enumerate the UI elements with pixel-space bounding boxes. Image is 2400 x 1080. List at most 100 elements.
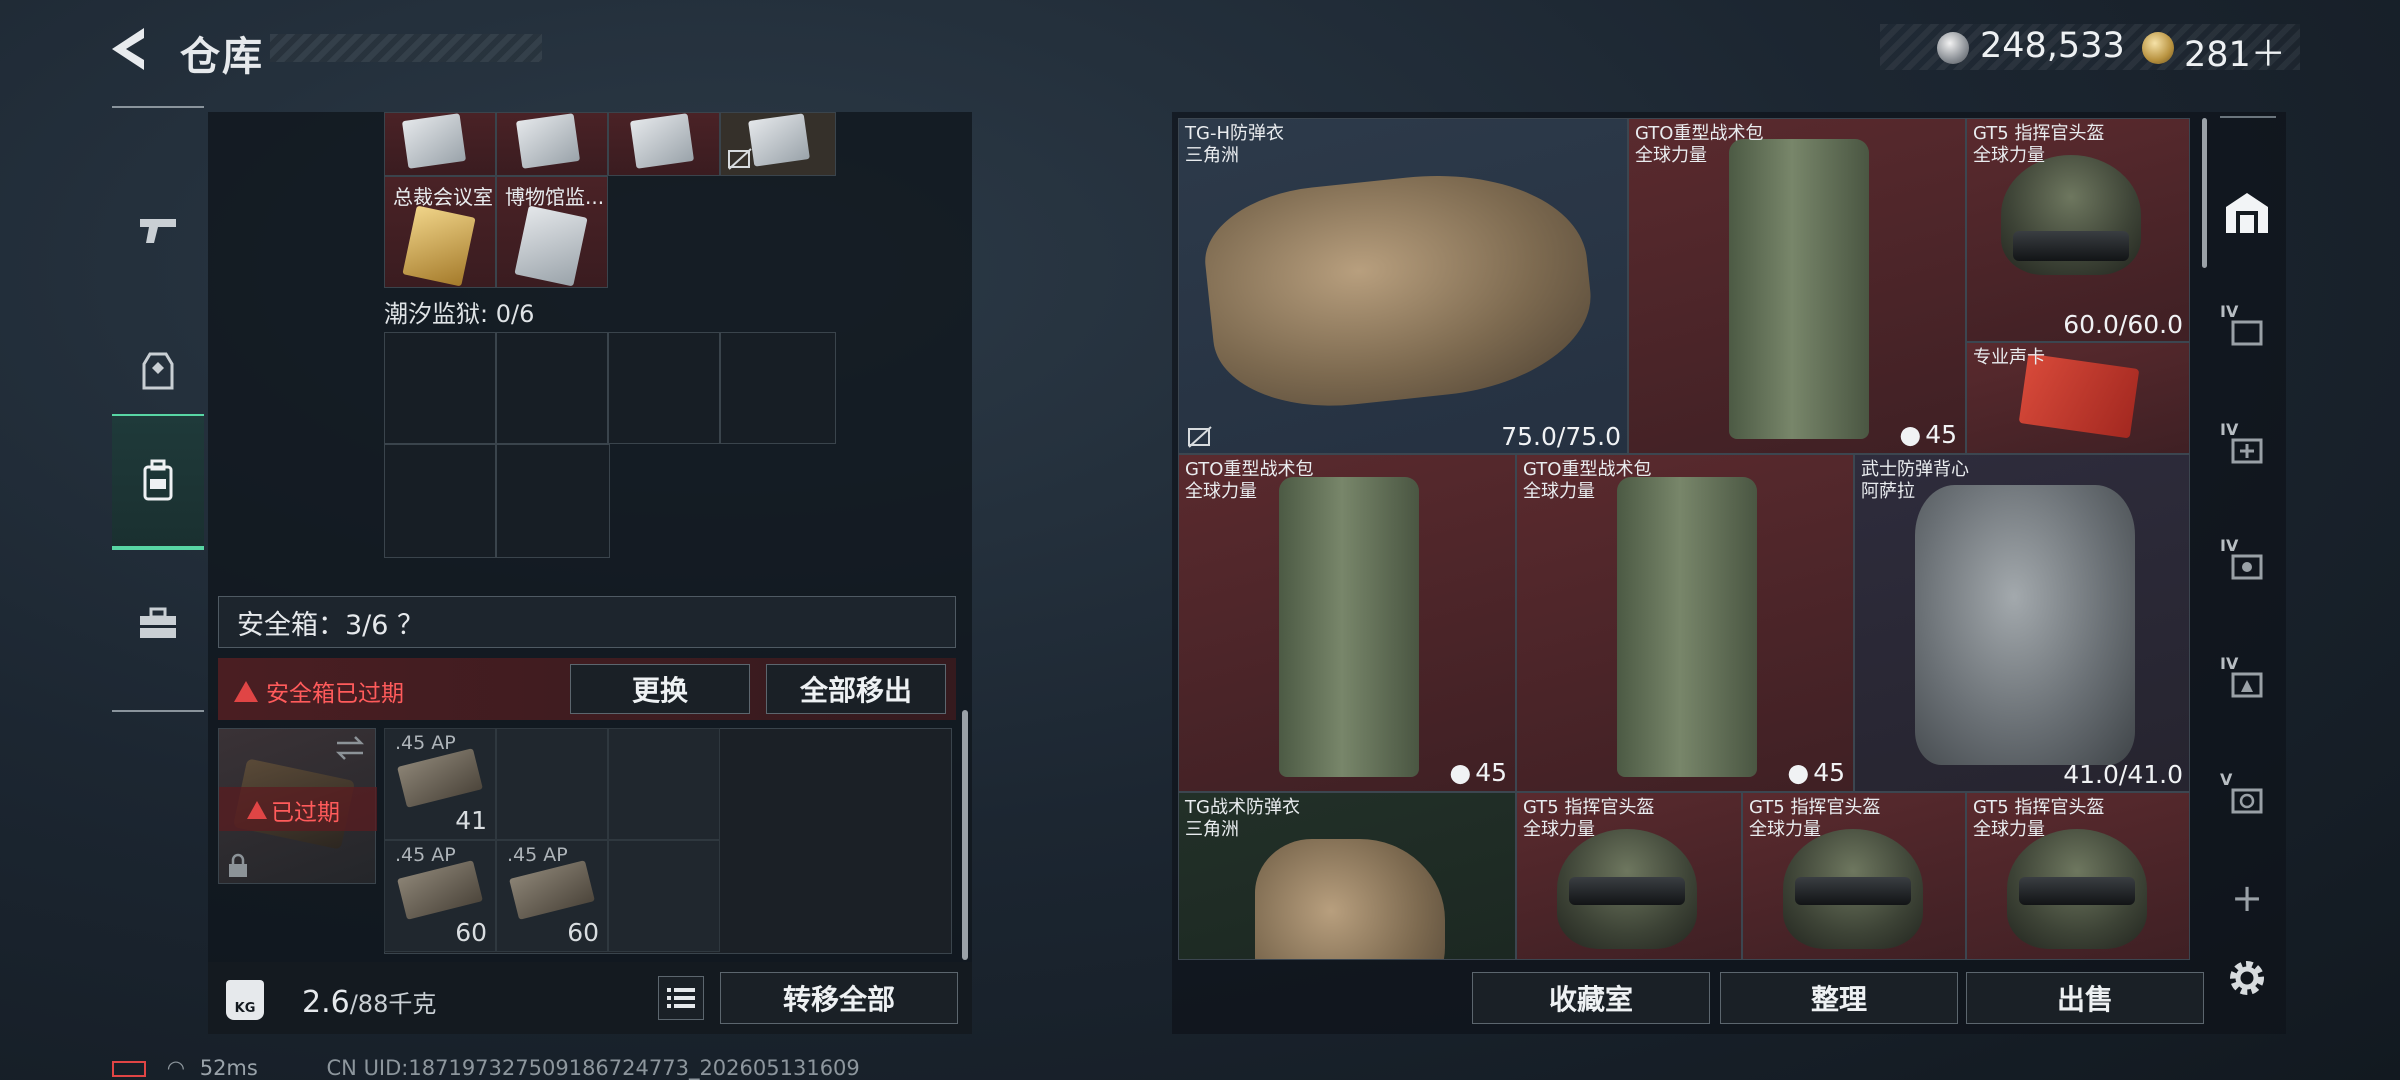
item-name: 专业声卡 [1973, 347, 2045, 368]
nav-warehouse[interactable] [112, 414, 204, 550]
bullet-count-icon: ● [1787, 758, 1810, 787]
add-storage-button[interactable]: + [2206, 858, 2288, 938]
nav-supply[interactable] [112, 556, 204, 692]
ammo-item[interactable]: .45 AP 60 [384, 840, 496, 952]
durability: 75.0/75.0 [1501, 422, 1621, 451]
storage-tab-tier[interactable]: V [2206, 758, 2288, 838]
keycard-icon [514, 205, 588, 287]
ping: 52ms [199, 1056, 258, 1080]
key-slot[interactable] [608, 112, 720, 176]
silver-coin-icon [1937, 32, 1969, 64]
move-all-button[interactable]: 全部移出 [766, 664, 946, 714]
empty-slot[interactable] [608, 728, 720, 840]
list-view-button[interactable] [658, 976, 704, 1020]
divider [2220, 116, 2276, 118]
silver-amount: 248,533 [1980, 26, 2125, 66]
lock-icon [229, 853, 247, 877]
sell-button[interactable]: 出售 [1966, 972, 2204, 1024]
weight-value: 2.6/88千克 [302, 984, 436, 1020]
key-slot[interactable]: 博物馆监... [496, 176, 608, 288]
key-slot[interactable] [384, 112, 496, 176]
tier-label: IV [2220, 536, 2239, 555]
helmet-visor [1795, 877, 1911, 905]
key-slot[interactable]: 总裁会议室 [384, 176, 496, 288]
storage-item[interactable]: GTO重型战术包 全球力量 ● 45 [1628, 118, 1966, 454]
page-title: 仓库 [180, 34, 264, 80]
storage-item[interactable]: 武士防弹背心 阿萨拉 41.0/41.0 [1854, 454, 2190, 792]
backpack-image [1617, 477, 1757, 777]
ammo-count: 60 [567, 918, 599, 947]
settings-button[interactable] [2206, 938, 2288, 1018]
storage-tab-tier[interactable]: IV [2206, 408, 2288, 488]
weight-icon-label: KG [234, 1001, 256, 1016]
durability: 60.0/60.0 [2063, 310, 2183, 339]
storage-tab-tier[interactable]: IV [2206, 290, 2288, 370]
plus-icon: + [2231, 876, 2263, 920]
storage-item[interactable]: GTO重型战术包 全球力量 ● 45 [1178, 454, 1516, 792]
transfer-all-button[interactable]: 转移全部 [720, 972, 958, 1024]
empty-slot[interactable] [608, 840, 720, 952]
vest-icon [142, 352, 174, 390]
collection-button[interactable]: 收藏室 [1472, 972, 1710, 1024]
ammo-caliber: .45 AP [395, 844, 456, 866]
swap-icon[interactable] [335, 735, 365, 761]
ammo-count: 41 [455, 806, 487, 835]
empty-slot[interactable] [720, 332, 836, 444]
storage-tab-tier[interactable]: IV [2206, 524, 2288, 604]
current-weight: 2.6 [302, 985, 350, 1020]
storage-item[interactable]: GT5 指挥官头盔 全球力量 [1966, 792, 2190, 960]
storage-item[interactable]: GT5 指挥官头盔 全球力量 [1742, 792, 1966, 960]
storage-item[interactable]: GTO重型战术包 全球力量 ● 45 [1516, 454, 1854, 792]
storage-item[interactable]: TG-H防弹衣 三角洲 75.0/75.0 [1178, 118, 1628, 454]
no-trade-icon [1188, 426, 1212, 448]
scrollbar[interactable] [962, 710, 968, 960]
expired-text: 安全箱已过期 [266, 681, 404, 707]
pistol-icon [140, 219, 176, 243]
bullet-count-icon: ● [1899, 420, 1922, 449]
storage-item[interactable]: 专业声卡 [1966, 342, 2190, 454]
gold-amount[interactable]: 281＋ [2184, 26, 2286, 77]
ammo-item[interactable]: .45 AP 60 [496, 840, 608, 952]
tier-label: IV [2220, 654, 2239, 673]
storage-tab-tier[interactable]: IV [2206, 642, 2288, 722]
item-name: GTO重型战术包 全球力量 [1635, 123, 1764, 166]
storage-item[interactable]: GT5 指挥官头盔 全球力量 60.0/60.0 [1966, 118, 2190, 342]
empty-slot[interactable] [496, 728, 608, 840]
warning-icon [247, 801, 267, 819]
storage-sidebar: IV IV IV IV V + [2206, 72, 2288, 1034]
empty-slot[interactable] [496, 332, 608, 444]
back-arrow-icon [112, 28, 144, 70]
ammo-caliber: .45 AP [507, 844, 568, 866]
empty-slot[interactable] [384, 332, 496, 444]
empty-slot[interactable] [496, 444, 610, 558]
ammo-count: 60 [455, 918, 487, 947]
weight-icon: KG [226, 980, 264, 1020]
item-name: GT5 指挥官头盔 全球力量 [1973, 123, 2105, 166]
key-slot[interactable] [496, 112, 608, 176]
empty-slot[interactable] [384, 444, 496, 558]
key-slot[interactable] [720, 112, 836, 176]
misc-container-icon [2231, 788, 2263, 814]
storage-item[interactable]: GT5 指挥官头盔 全球力量 [1516, 792, 1742, 960]
storage-item[interactable]: TG战术防弹衣 三角洲 [1178, 792, 1516, 960]
back-button[interactable] [104, 24, 160, 74]
item-count: ● 45 [1787, 758, 1845, 787]
item-count: ● 45 [1449, 758, 1507, 787]
helmet-visor [2019, 877, 2135, 905]
storage-home-icon [2226, 193, 2268, 233]
storage-tab-home[interactable] [2206, 172, 2288, 252]
ammo-box-icon [397, 748, 483, 808]
safebox-tile[interactable]: 已过期 [218, 728, 377, 884]
replace-button[interactable]: 更换 [570, 664, 750, 714]
empty-slot[interactable] [608, 332, 720, 444]
item-name: GTO重型战术包 全球力量 [1523, 459, 1652, 502]
weight-capacity: /88千克 [349, 990, 437, 1018]
safebox-header[interactable]: 安全箱：3/6 ？ [218, 596, 956, 648]
sort-button[interactable]: 整理 [1720, 972, 1958, 1024]
nav-weapons[interactable] [112, 162, 204, 298]
item-name: 武士防弹背心 阿萨拉 [1861, 459, 1969, 502]
ammo-item[interactable]: .45 AP 41 [384, 728, 496, 840]
expired-badge: 已过期 [247, 793, 340, 827]
no-trade-icon [728, 148, 752, 170]
item-name: TG战术防弹衣 三角洲 [1185, 797, 1300, 840]
